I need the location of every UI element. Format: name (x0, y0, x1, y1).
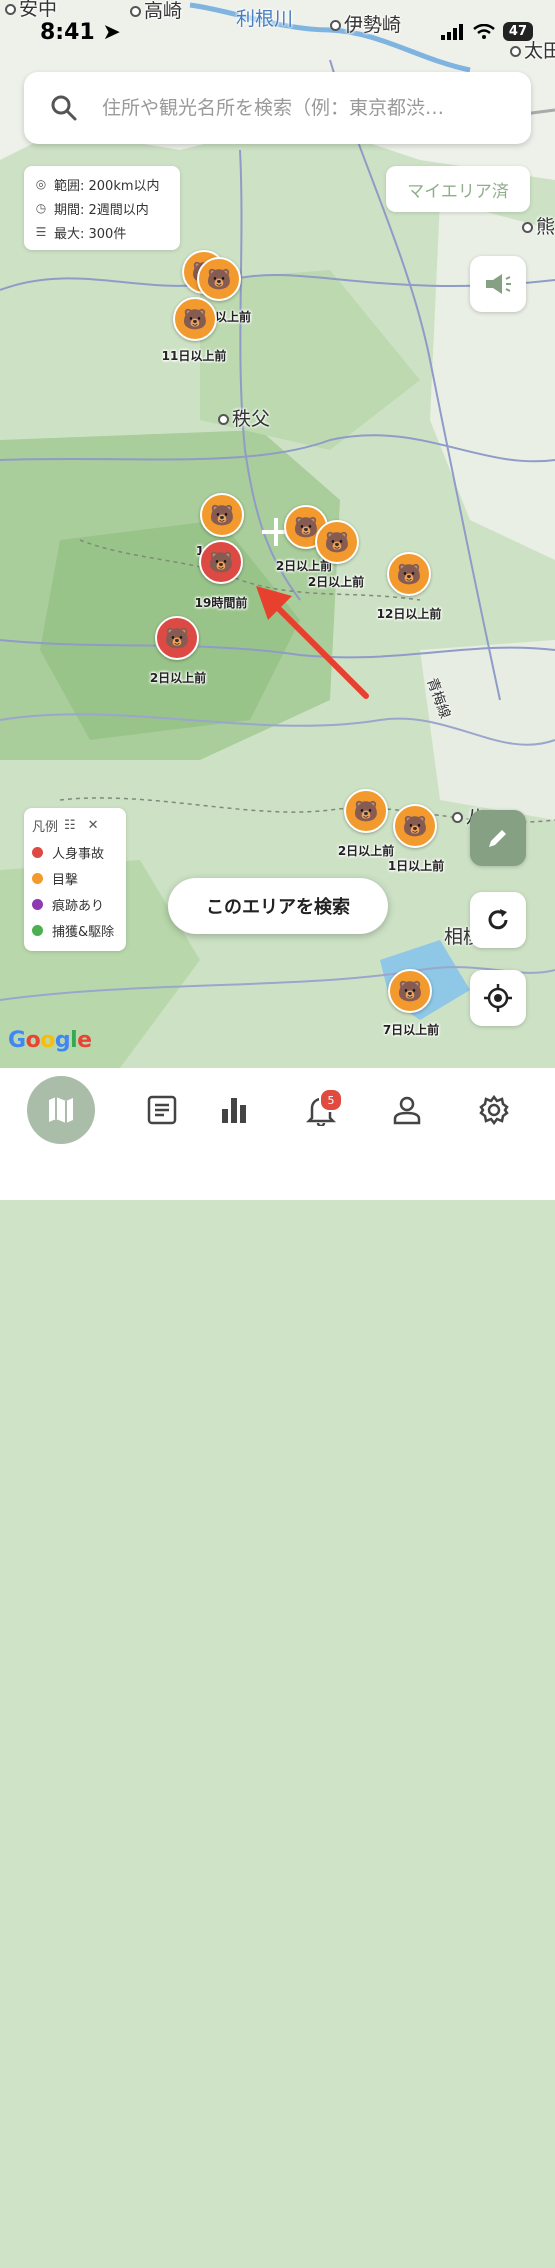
my-location-button[interactable] (470, 970, 526, 1026)
bear-marker[interactable]: 🐻 (393, 804, 437, 848)
bear-marker[interactable]: 🐻 (315, 520, 359, 564)
wifi-icon (473, 23, 495, 39)
marker-label: 11日以上前 (161, 349, 227, 363)
bottom-nav: 5 (0, 1068, 555, 1200)
place-label: 秩父 (218, 404, 270, 431)
clock-icon: ◷ (35, 201, 47, 215)
search-input[interactable] (100, 96, 494, 120)
announcement-button[interactable] (470, 256, 526, 312)
marker-label: 2日以上前 (149, 671, 207, 685)
bar-chart-icon (222, 1098, 246, 1123)
marker-label: 12日以上前 (376, 607, 442, 621)
sliders-icon[interactable]: ☷ (64, 818, 76, 833)
battery-indicator: 47 (502, 22, 533, 41)
status-bar: 8:41 ➤ 47 (0, 0, 555, 64)
bear-icon: 🐻 (324, 530, 350, 554)
filter-info-panel: ◎ 範囲: 200km以内 ◷ 期間: 2週間以内 ☰ 最大: 300件 (24, 166, 180, 250)
clock: 8:41 ➤ (40, 20, 121, 45)
map-icon (49, 1097, 73, 1123)
bear-marker[interactable]: 🐻 (197, 257, 241, 301)
legend-item: 痕跡あり (32, 891, 118, 917)
place-label: 熊 (522, 212, 555, 239)
person-icon (393, 1096, 421, 1125)
marker-label: 2日以上前 (307, 575, 365, 589)
signal-icon (440, 23, 463, 40)
bear-marker[interactable]: 🐻 (200, 493, 244, 537)
bear-icon: 🐻 (353, 799, 379, 823)
legend-title: 凡例 (32, 820, 59, 835)
bear-icon: 🐻 (208, 550, 234, 574)
bear-marker[interactable]: 🐻 (388, 969, 432, 1013)
legend-panel: 凡例 ☷ ✕ 人身事故 目撃 痕跡あり 捕獲&駆除 (24, 808, 126, 951)
refresh-button[interactable] (470, 892, 526, 948)
bear-marker[interactable]: 🐻 (387, 552, 431, 596)
gps-target-icon (484, 984, 512, 1012)
bear-icon: 🐻 (209, 503, 235, 527)
period-text: 期間: 2週間以内 (54, 202, 149, 218)
tab-map[interactable] (27, 1076, 95, 1144)
bear-icon: 🐻 (397, 979, 423, 1003)
max-text: 最大: 300件 (54, 226, 127, 242)
search-bar[interactable] (24, 72, 531, 144)
list-icon: ☰ (35, 225, 47, 239)
legend-item: 目撃 (32, 865, 118, 891)
marker-label: 以上前 (214, 310, 252, 324)
location-arrow-icon: ➤ (102, 20, 121, 45)
tab-profile[interactable] (373, 1076, 441, 1144)
tab-settings[interactable] (460, 1076, 528, 1144)
bear-icon: 🐻 (164, 626, 190, 650)
range-text: 範囲: 200km以内 (54, 178, 160, 194)
refresh-icon (488, 909, 508, 930)
legend-item: 人身事故 (32, 839, 118, 865)
target-icon: ◎ (35, 177, 47, 191)
marker-label: 1日以上前 (387, 859, 445, 873)
bear-icon: 🐻 (206, 267, 232, 291)
megaphone-icon (486, 274, 511, 294)
bear-icon: 🐻 (182, 307, 208, 331)
bear-marker[interactable]: 🐻 (344, 789, 388, 833)
gear-icon (479, 1094, 509, 1126)
article-icon (147, 1095, 177, 1125)
report-button[interactable] (470, 810, 526, 866)
search-this-area-button[interactable]: このエリアを検索 (168, 878, 388, 934)
my-area-button[interactable]: マイエリア済 (386, 166, 530, 212)
close-icon[interactable]: ✕ (88, 818, 99, 833)
tab-notifications[interactable]: 5 (287, 1076, 355, 1144)
notification-badge: 5 (319, 1088, 343, 1112)
bear-icon: 🐻 (293, 515, 319, 539)
google-logo: Google (8, 1028, 92, 1053)
legend-item: 捕獲&駆除 (32, 917, 118, 943)
bear-icon: 🐻 (402, 814, 428, 838)
tab-list[interactable] (128, 1076, 196, 1144)
search-icon (51, 95, 77, 121)
tab-stats[interactable] (200, 1076, 268, 1144)
bear-icon: 🐻 (396, 562, 422, 586)
marker-label: 19時間前 (194, 596, 248, 610)
bear-marker[interactable]: 🐻 (199, 540, 243, 584)
marker-label: 7日以上前 (382, 1023, 440, 1037)
pencil-icon (489, 830, 506, 847)
bear-marker[interactable]: 🐻 (173, 297, 217, 341)
bear-marker[interactable]: 🐻 (155, 616, 199, 660)
marker-label: 2日以上前 (337, 844, 395, 858)
home-indicator (0, 2248, 555, 2268)
